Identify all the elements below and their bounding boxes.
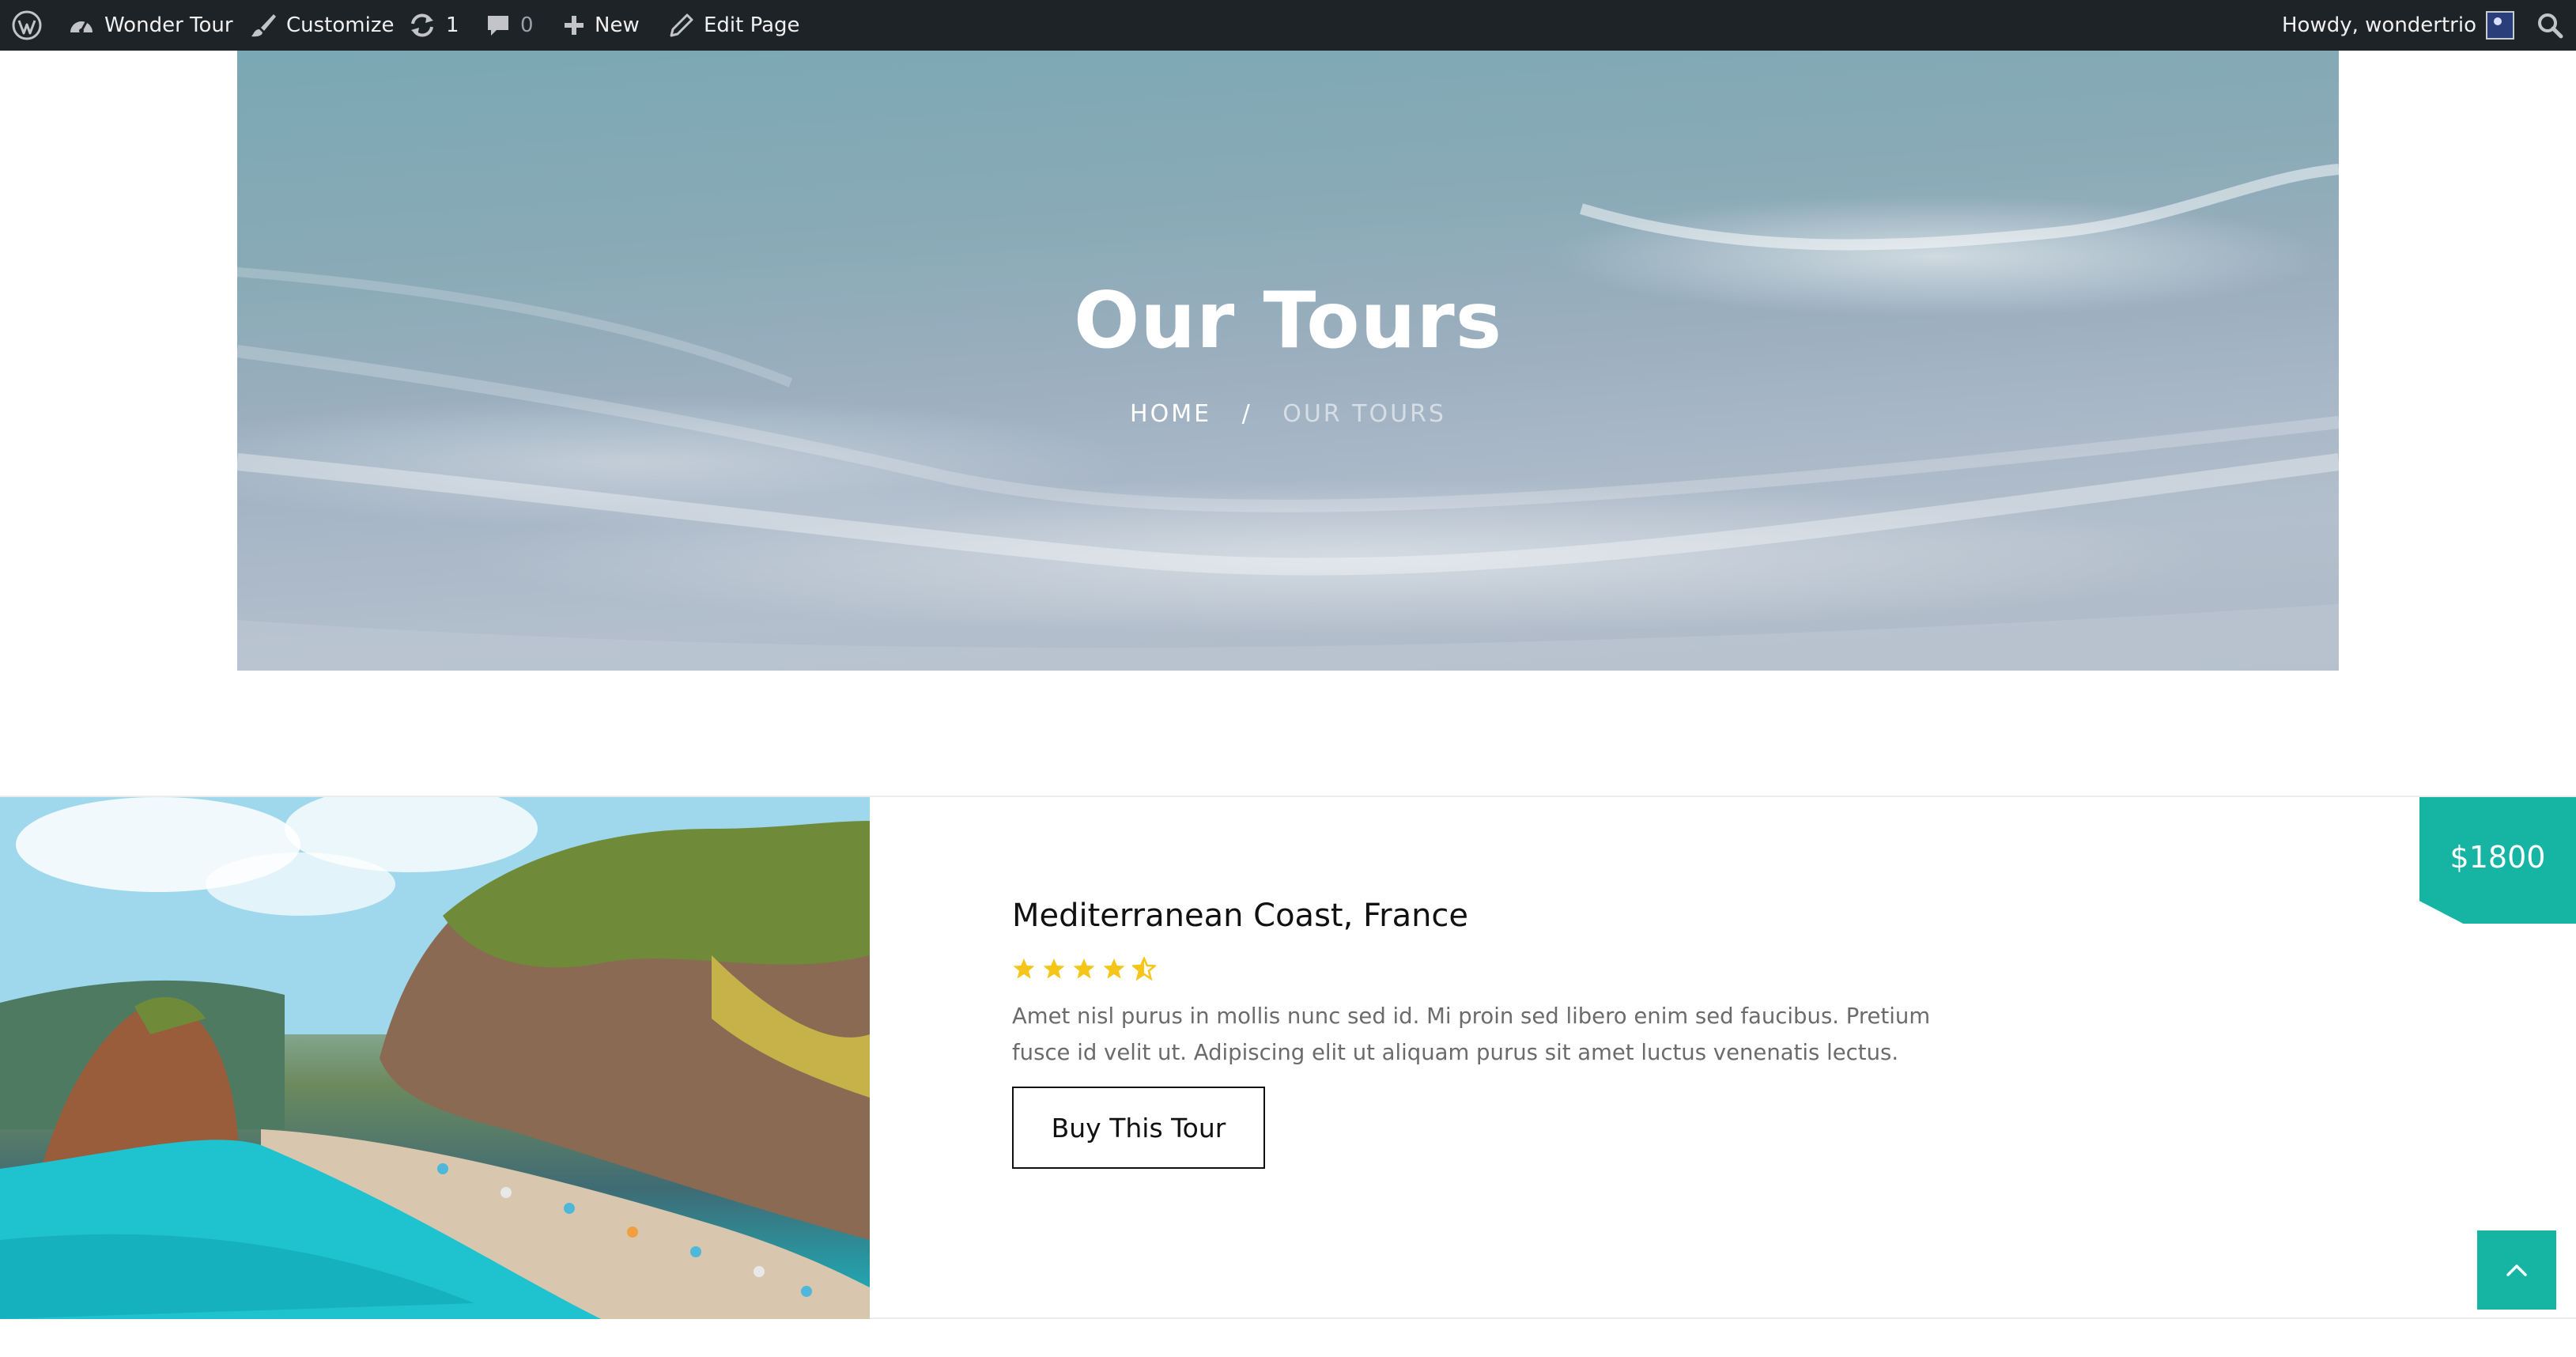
tour-description-line: fusce id velit ut. Adipiscing elit ut al…	[1012, 1040, 1899, 1065]
tour-image[interactable]	[0, 797, 870, 1319]
search-icon[interactable]	[2536, 0, 2563, 51]
breadcrumb-current: OUR TOURS	[1282, 400, 1446, 428]
breadcrumb-separator: /	[1241, 400, 1252, 428]
updates-count: 1	[446, 13, 459, 37]
tour-description: Amet nisl purus in mollis nunc sed id. M…	[1012, 998, 1931, 1071]
avatar	[2486, 11, 2514, 40]
breadcrumb: HOME / OUR TOURS	[237, 400, 2339, 428]
account-menu[interactable]: Howdy, wondertrio	[2282, 0, 2514, 51]
customize-link[interactable]: Customize	[250, 0, 394, 51]
edit-page-link[interactable]: Edit Page	[669, 0, 800, 51]
price-badge: $1800	[2419, 797, 2576, 924]
refresh-icon	[411, 13, 433, 37]
star-half-icon	[1132, 957, 1156, 981]
tour-title[interactable]: Mediterranean Coast, France	[1012, 898, 1468, 934]
new-content-menu[interactable]: New	[563, 0, 640, 51]
star-full-icon	[1043, 958, 1065, 979]
admin-bar: Wonder Tour Customize 1 0 New Edit Page …	[0, 0, 2576, 51]
breadcrumb-home-link[interactable]: HOME	[1130, 400, 1211, 428]
comment-icon	[488, 16, 508, 36]
tour-description-line: Amet nisl purus in mollis nunc sed id. M…	[1012, 1004, 1931, 1029]
pencil-icon	[670, 13, 693, 37]
wordpress-logo-icon[interactable]	[11, 0, 43, 51]
star-full-icon	[1073, 958, 1095, 979]
customize-label: Customize	[286, 13, 395, 37]
chevron-up-icon	[2506, 1264, 2527, 1276]
star-full-icon	[1013, 958, 1035, 979]
dashboard-icon	[70, 21, 93, 33]
buy-tour-button[interactable]: Buy This Tour	[1012, 1087, 1265, 1169]
rating-stars	[1012, 957, 1156, 981]
brush-icon	[251, 14, 276, 37]
page-title: Our Tours	[1073, 276, 1503, 366]
plus-icon	[565, 16, 584, 35]
back-to-top-button[interactable]	[2477, 1230, 2556, 1310]
comments-link[interactable]: 0	[485, 0, 534, 51]
edit-page-label: Edit Page	[704, 13, 800, 37]
price-text: $1800	[2449, 840, 2546, 875]
updates-link[interactable]: 1	[408, 0, 459, 51]
star-full-icon	[1103, 958, 1125, 979]
site-name: Wonder Tour	[104, 13, 233, 37]
page-hero-banner: Our Tours HOME / OUR TOURS	[237, 51, 2339, 671]
site-name-menu[interactable]: Wonder Tour	[68, 0, 233, 51]
new-label: New	[595, 13, 640, 37]
comments-count: 0	[520, 13, 534, 37]
howdy-text: Howdy, wondertrio	[2282, 13, 2476, 37]
